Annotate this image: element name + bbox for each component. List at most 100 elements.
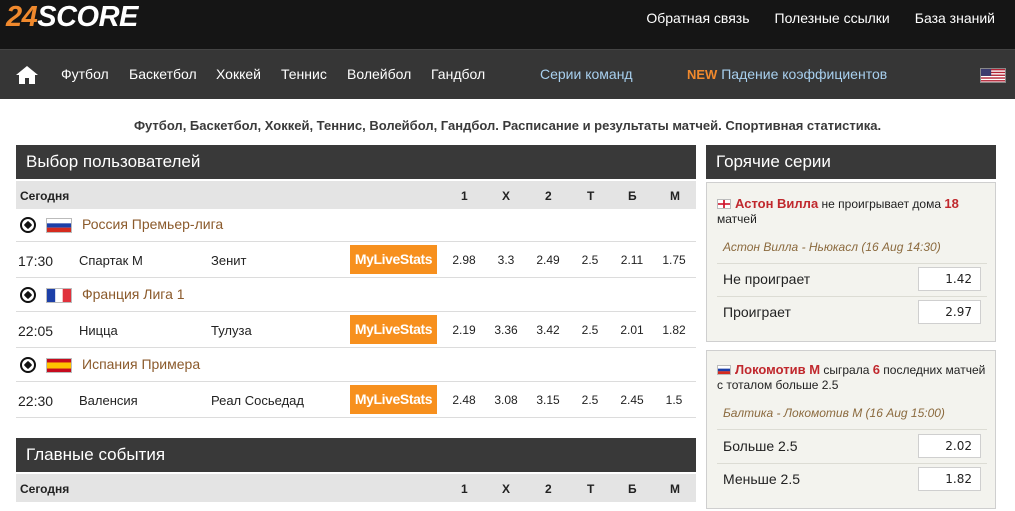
odd-total[interactable]: 2.5 bbox=[570, 393, 610, 407]
bet-option-label: Меньше 2.5 bbox=[723, 471, 800, 487]
nav-volleyball[interactable]: Волейбол bbox=[347, 66, 411, 82]
football-icon bbox=[20, 217, 36, 233]
away-team[interactable]: Тулуза bbox=[211, 323, 252, 338]
mylivestats-button[interactable]: MyLiveStats bbox=[350, 315, 437, 344]
col-b: Б bbox=[628, 189, 637, 203]
france-flag-icon bbox=[46, 288, 72, 303]
odd-over[interactable]: 2.11 bbox=[612, 253, 652, 267]
odd-2[interactable]: 2.49 bbox=[528, 253, 568, 267]
russia-flag-icon bbox=[717, 365, 731, 375]
logo-word: SCORE bbox=[37, 1, 138, 33]
away-team[interactable]: Реал Сосьедад bbox=[211, 393, 304, 408]
col-1: 1 bbox=[461, 482, 468, 496]
nav-basketball[interactable]: Баскетбол bbox=[129, 66, 197, 82]
odd-2[interactable]: 3.42 bbox=[528, 323, 568, 337]
league-name[interactable]: Франция Лига 1 bbox=[82, 286, 185, 302]
mylivestats-button[interactable]: MyLiveStats bbox=[350, 385, 437, 414]
league-row[interactable]: Испания Примера bbox=[16, 348, 696, 382]
hot-series-match[interactable]: Астон Вилла - Ньюкасл (16 Aug 14:30) bbox=[723, 240, 941, 254]
match-row[interactable]: 22:05 Ницца Тулуза MyLiveStats 2.19 3.36… bbox=[16, 312, 696, 348]
league-name[interactable]: Россия Премьер-лига bbox=[82, 216, 223, 232]
home-icon[interactable] bbox=[16, 66, 38, 84]
hot-series-card: Локомотив М сыграла 6 последних матчей с… bbox=[706, 350, 996, 509]
new-badge: NEW bbox=[687, 67, 718, 82]
divider bbox=[717, 296, 987, 297]
main-events-columns: Сегодня 1 X 2 T Б М bbox=[16, 474, 696, 502]
bet-option-odd[interactable]: 1.82 bbox=[918, 467, 981, 491]
odd-x[interactable]: 3.3 bbox=[486, 253, 526, 267]
team-name[interactable]: Астон Вилла bbox=[735, 196, 818, 211]
bet-option-odd[interactable]: 2.02 bbox=[918, 434, 981, 458]
divider bbox=[717, 463, 987, 464]
col-today: Сегодня bbox=[20, 189, 70, 203]
top-links: Обратная связь Полезные ссылки База знан… bbox=[621, 10, 995, 26]
col-t: T bbox=[587, 189, 595, 203]
nav-bar: Футбол Баскетбол Хоккей Теннис Волейбол … bbox=[0, 49, 1015, 99]
odd-total[interactable]: 2.5 bbox=[570, 323, 610, 337]
match-time: 17:30 bbox=[18, 253, 54, 269]
match-time: 22:05 bbox=[18, 323, 54, 339]
home-team[interactable]: Валенсия bbox=[79, 393, 138, 408]
col-t: T bbox=[587, 482, 595, 496]
odd-1[interactable]: 2.98 bbox=[444, 253, 484, 267]
away-team[interactable]: Зенит bbox=[211, 253, 246, 268]
spain-flag-icon bbox=[46, 358, 72, 373]
match-row[interactable]: 17:30 Спартак М Зенит MyLiveStats 2.98 3… bbox=[16, 242, 696, 278]
odd-total[interactable]: 2.5 bbox=[570, 253, 610, 267]
league-row[interactable]: Россия Премьер-лига bbox=[16, 208, 696, 242]
odd-x[interactable]: 3.08 bbox=[486, 393, 526, 407]
hot-series-title: Астон Вилла не проигрывает дома 18 матче… bbox=[717, 196, 987, 227]
football-icon bbox=[20, 287, 36, 303]
nav-odds-drop[interactable]: NEW Падение коэффициентов bbox=[687, 66, 887, 82]
nav-handball[interactable]: Гандбол bbox=[431, 66, 485, 82]
col-1: 1 bbox=[461, 189, 468, 203]
mylivestats-button[interactable]: MyLiveStats bbox=[350, 245, 437, 274]
divider bbox=[717, 429, 987, 430]
users-choice-columns: Сегодня 1 X 2 T Б М bbox=[16, 181, 696, 209]
team-name[interactable]: Локомотив М bbox=[735, 362, 820, 377]
odd-over[interactable]: 2.45 bbox=[612, 393, 652, 407]
odd-1[interactable]: 2.48 bbox=[444, 393, 484, 407]
home-team[interactable]: Спартак М bbox=[79, 253, 143, 268]
odd-under[interactable]: 1.82 bbox=[654, 323, 694, 337]
odd-over[interactable]: 2.01 bbox=[612, 323, 652, 337]
col-m: М bbox=[670, 482, 680, 496]
bet-option-label: Проиграет bbox=[723, 304, 791, 320]
site-logo[interactable]: 24SCORE bbox=[6, 1, 138, 34]
bet-option-label: Больше 2.5 bbox=[723, 438, 798, 454]
odd-under[interactable]: 1.75 bbox=[654, 253, 694, 267]
hot-series-card: Астон Вилла не проигрывает дома 18 матче… bbox=[706, 182, 996, 342]
feedback-link[interactable]: Обратная связь bbox=[646, 10, 749, 26]
logo-number: 24 bbox=[6, 1, 38, 33]
useful-links-link[interactable]: Полезные ссылки bbox=[775, 10, 890, 26]
col-x: X bbox=[502, 482, 511, 496]
hot-series-header: Горячие серии bbox=[706, 145, 996, 179]
series-count: 18 bbox=[944, 196, 959, 211]
match-row[interactable]: 22:30 Валенсия Реал Сосьедад MyLiveStats… bbox=[16, 382, 696, 418]
col-b: Б bbox=[628, 482, 637, 496]
bet-option-odd[interactable]: 2.97 bbox=[918, 300, 981, 324]
bet-option-label: Не проиграет bbox=[723, 271, 811, 287]
col-2: 2 bbox=[545, 189, 552, 203]
nav-hockey[interactable]: Хоккей bbox=[216, 66, 261, 82]
odd-1[interactable]: 2.19 bbox=[444, 323, 484, 337]
col-x: X bbox=[502, 189, 511, 203]
nav-tennis[interactable]: Теннис bbox=[281, 66, 327, 82]
knowledge-base-link[interactable]: База знаний bbox=[915, 10, 995, 26]
hot-series-title: Локомотив М сыграла 6 последних матчей с… bbox=[717, 362, 987, 393]
odd-2[interactable]: 3.15 bbox=[528, 393, 568, 407]
england-flag-icon bbox=[717, 199, 731, 209]
us-flag-icon[interactable] bbox=[980, 68, 1006, 83]
bet-option-odd[interactable]: 1.42 bbox=[918, 267, 981, 291]
hot-series-match[interactable]: Балтика - Локомотив М (16 Aug 15:00) bbox=[723, 406, 945, 420]
league-row[interactable]: Франция Лига 1 bbox=[16, 278, 696, 312]
top-bar: 24SCORE Обратная связь Полезные ссылки Б… bbox=[0, 0, 1015, 49]
series-text-b: матчей bbox=[717, 212, 757, 226]
odd-x[interactable]: 3.36 bbox=[486, 323, 526, 337]
league-name[interactable]: Испания Примера bbox=[82, 356, 200, 372]
nav-football[interactable]: Футбол bbox=[61, 66, 109, 82]
nav-team-series[interactable]: Серии команд bbox=[540, 66, 633, 82]
home-team[interactable]: Ницца bbox=[79, 323, 118, 338]
odd-under[interactable]: 1.5 bbox=[654, 393, 694, 407]
series-text-a: не проигрывает дома bbox=[818, 197, 945, 211]
